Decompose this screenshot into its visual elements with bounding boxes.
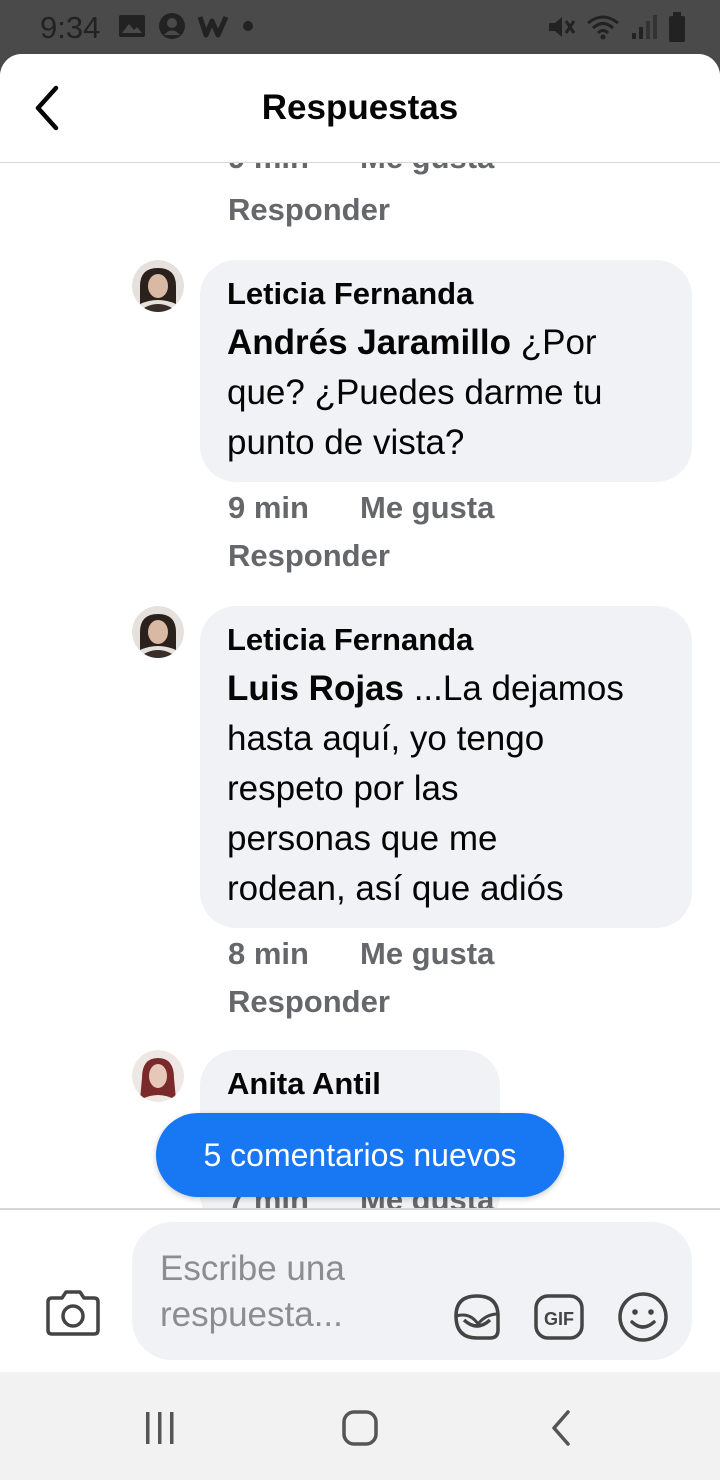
wifi-icon — [587, 15, 619, 40]
sticker-icon[interactable] — [450, 1290, 504, 1344]
comment-text: Luis Rojas ...La dejamos hasta aquí, yo t… — [227, 669, 624, 908]
camera-icon[interactable] — [44, 1288, 102, 1338]
recent-apps-icon[interactable] — [140, 1408, 180, 1448]
comment-bubble[interactable]: Leticia Fernanda Luis Rojas ...La dejamo… — [200, 606, 692, 928]
comment-time: 9 min — [228, 490, 309, 525]
status-left-icons — [118, 12, 254, 40]
comment-text: Andrés Jaramillo ¿Por que? ¿Puedes darme … — [227, 323, 603, 462]
reply-input-placeholder: Escribe una respuesta... — [160, 1249, 345, 1334]
like-button[interactable]: Me gusta — [360, 162, 494, 176]
reply-button[interactable]: Responder — [228, 192, 390, 228]
back-nav-icon[interactable] — [542, 1408, 582, 1448]
header: Respuestas — [0, 54, 720, 163]
gallery-icon — [119, 15, 145, 37]
avatar[interactable] — [132, 606, 184, 658]
mention-link[interactable]: Luis Rojas — [227, 669, 404, 708]
replies-sheet: Respuestas 9 min Me gusta Responder Leti… — [0, 54, 720, 1372]
reply-composer: Escribe una respuesta... GIF — [0, 1208, 720, 1372]
avatar[interactable] — [132, 1050, 184, 1102]
status-right-icons — [546, 12, 686, 42]
emoji-icon[interactable] — [616, 1290, 670, 1344]
app-w-icon — [198, 15, 229, 38]
signal-icon — [632, 15, 657, 39]
system-nav-bar — [0, 1372, 720, 1480]
page-title: Respuestas — [261, 88, 459, 127]
like-button[interactable]: Me gusta — [360, 490, 494, 526]
comment-bubble[interactable]: Leticia Fernanda Andrés Jaramillo ¿Por qu… — [200, 260, 692, 482]
reply-input[interactable]: Escribe una respuesta... GIF — [132, 1222, 692, 1360]
comment-time: 9 min — [228, 162, 309, 176]
dot-icon — [243, 21, 253, 31]
comment-author[interactable]: Anita Antil — [227, 1066, 474, 1102]
reply-button[interactable]: Responder — [228, 984, 390, 1020]
comment-author[interactable]: Leticia Fernanda — [227, 276, 666, 312]
comments-list[interactable]: 9 min Me gusta Responder Leticia Fernand… — [0, 162, 720, 1208]
status-bar: 9:34 — [0, 0, 720, 58]
like-button[interactable]: Me gusta — [360, 936, 494, 972]
home-icon[interactable] — [340, 1408, 380, 1448]
mention-link[interactable]: Andrés Jaramillo — [227, 323, 511, 362]
status-time: 9:34 — [40, 10, 101, 45]
mute-icon — [549, 17, 576, 37]
avatar[interactable] — [132, 260, 184, 312]
new-comments-button[interactable]: 5 comentarios nuevos — [156, 1113, 564, 1197]
battery-icon — [669, 12, 685, 42]
comment-time: 8 min — [228, 936, 309, 971]
reply-button[interactable]: Responder — [228, 538, 390, 574]
account-icon — [159, 13, 185, 39]
comment-author[interactable]: Leticia Fernanda — [227, 622, 666, 658]
gif-icon[interactable]: GIF — [532, 1290, 586, 1344]
svg-text:GIF: GIF — [544, 1309, 574, 1329]
